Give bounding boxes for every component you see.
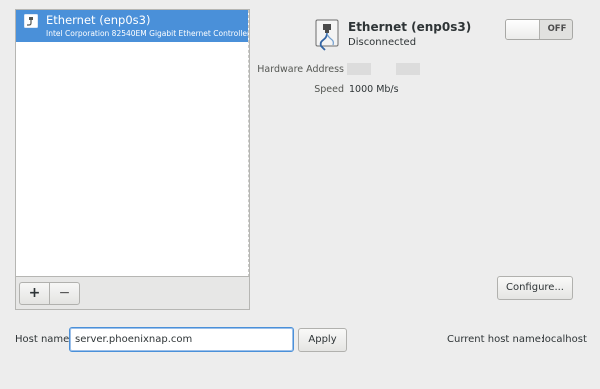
host-name-input[interactable] (69, 327, 294, 352)
device-row-ethernet[interactable]: Ethernet (enp0s3) Intel Corporation 8254… (16, 10, 248, 42)
device-list: Ethernet (enp0s3) Intel Corporation 8254… (16, 10, 249, 277)
hardware-address-label: Hardware Address (257, 64, 344, 75)
device-list-toolbar: + − (16, 276, 249, 309)
speed-value: 1000 Mb/s (349, 84, 399, 95)
apply-button[interactable]: Apply (298, 328, 347, 352)
host-name-label: Host name: (15, 334, 73, 345)
toggle-label: OFF (547, 24, 567, 34)
speed-label: Speed (314, 84, 344, 95)
toggle-knob (506, 20, 540, 39)
add-device-button[interactable]: + (19, 282, 50, 305)
connection-status: Disconnected (348, 37, 417, 48)
hardware-address-redacted (347, 63, 371, 75)
current-host-name-value: localhost (542, 334, 587, 345)
connection-toggle[interactable]: OFF (505, 19, 573, 40)
remove-device-button[interactable]: − (49, 282, 80, 305)
ethernet-cable-icon (315, 19, 339, 51)
ethernet-icon (24, 14, 38, 28)
hardware-address-redacted-2 (396, 63, 420, 75)
configure-button[interactable]: Configure... (497, 276, 573, 300)
current-host-name-label: Current host name: (447, 334, 545, 345)
device-row-subtitle: Intel Corporation 82540EM Gigabit Ethern… (46, 29, 248, 38)
connection-title: Ethernet (enp0s3) (348, 20, 472, 34)
device-row-title: Ethernet (enp0s3) (46, 13, 151, 27)
device-list-panel: Ethernet (enp0s3) Intel Corporation 8254… (15, 9, 250, 310)
